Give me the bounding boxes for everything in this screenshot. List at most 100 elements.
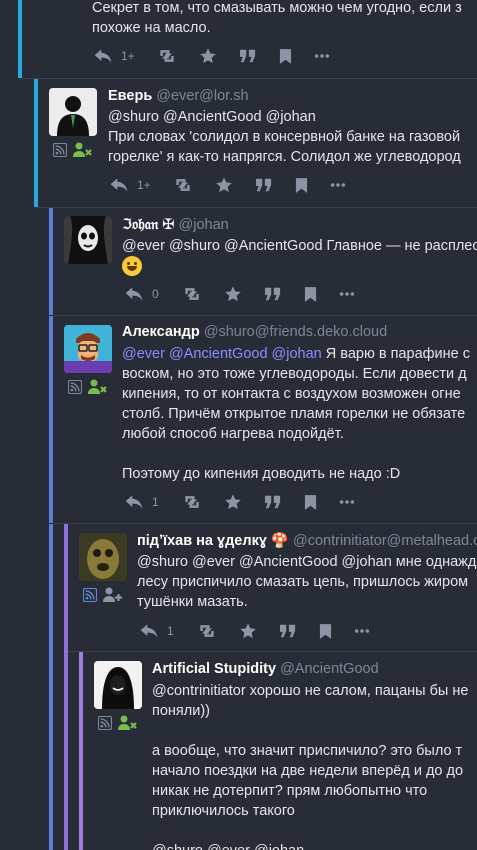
display-name[interactable]: підʼїхав на ɣделкɣ [137, 533, 267, 549]
quote-button[interactable] [264, 286, 282, 302]
post-1[interactable]: Еверь @ever@lor.sh @shuro @AncientGood @j… [38, 79, 477, 207]
favourite-button[interactable] [215, 176, 233, 194]
more-icon [314, 53, 330, 59]
favourite-button[interactable] [224, 285, 242, 303]
boost-button[interactable] [173, 177, 193, 193]
display-name[interactable]: Александр [122, 324, 200, 340]
account-badges [53, 142, 93, 158]
account-handle[interactable]: @johan [179, 217, 229, 233]
rss-icon[interactable] [98, 716, 112, 730]
boost-button[interactable] [157, 48, 177, 64]
boost-icon [182, 286, 202, 302]
favourite-button[interactable] [239, 622, 257, 640]
post-2[interactable]: ℑ𝔬𝔥𝔞𝔫 ✠ @johan @ever @shuro @AncientGood … [53, 208, 477, 315]
mention-list[interactable]: @ever @AncientGood @johan [122, 346, 322, 362]
post-text: Я варю в парафине с [321, 346, 471, 362]
rss-icon[interactable] [53, 143, 67, 157]
account-badges [68, 379, 108, 395]
mention-list[interactable]: @contrinitiator [152, 683, 246, 699]
avatar[interactable] [79, 533, 127, 581]
display-name[interactable]: Еверь [108, 88, 152, 104]
bookmark-icon [304, 494, 317, 511]
name-symbol: ✠ [162, 217, 175, 233]
bookmark-icon [319, 623, 332, 640]
bookmark-button[interactable] [304, 494, 317, 511]
quote-button[interactable] [279, 623, 297, 639]
more-button[interactable] [339, 499, 355, 505]
boost-icon [157, 48, 177, 64]
post-header: Artificial Stupidity @AncientGood [152, 659, 379, 679]
mention-list[interactable]: @ever @shuro @AncientGood [122, 238, 323, 254]
post-text-line: воском, но это тоже углеводороды. Если д… [122, 366, 467, 382]
post-3[interactable]: Александр @shuro@friends.deko.cloud @ever… [53, 316, 477, 523]
account-handle[interactable]: @ever@lor.sh [156, 88, 248, 104]
account-handle[interactable]: @AncientGood [280, 661, 379, 677]
quote-button[interactable] [239, 48, 257, 64]
bookmark-button[interactable] [279, 48, 292, 65]
boost-icon [197, 623, 217, 639]
post-text-line: лесу приспичило смазать цепь, пришлось ж… [137, 574, 469, 590]
post-text-line: Поэтому до кипения доводить не надо :D [122, 466, 401, 482]
avatar[interactable] [64, 216, 112, 264]
quote-button[interactable] [255, 177, 273, 193]
avatar[interactable] [94, 661, 142, 709]
reply-button[interactable]: 1 [124, 492, 160, 512]
bookmark-button[interactable] [304, 286, 317, 303]
post-text: Главное — не расплес [322, 238, 477, 254]
post-text-line: а вообще, что значит приспичило? это был… [152, 743, 463, 759]
reply-count: 1+ [121, 49, 135, 63]
mention-list[interactable]: @shuro @ever @AncientGood @johan [137, 554, 392, 570]
rss-icon[interactable] [68, 380, 82, 394]
post-text-line[interactable]: @shuro @ever @johan [152, 841, 304, 850]
favourite-button[interactable] [224, 493, 242, 511]
reply-button[interactable]: 1+ [109, 175, 151, 195]
boost-button[interactable] [182, 494, 202, 510]
reply-icon [139, 622, 159, 640]
rss-icon[interactable] [83, 588, 97, 602]
more-button[interactable] [314, 53, 330, 59]
account-handle[interactable]: @contrinitiator@metalhead.cl [293, 533, 477, 549]
thread-bar [49, 524, 53, 850]
post-actions: 1+ [93, 46, 352, 66]
more-button[interactable] [354, 628, 370, 634]
post-text-line: поняли)) [152, 703, 210, 719]
quote-icon [264, 494, 282, 510]
follow-icon[interactable] [118, 715, 138, 731]
follow-icon[interactable] [88, 379, 108, 395]
quote-button[interactable] [264, 494, 282, 510]
more-icon [339, 499, 355, 505]
post-text: хорошо не салом, пацаны бы не [245, 683, 469, 699]
reply-button[interactable]: 1 [139, 621, 175, 641]
reply-count: 1 [152, 495, 159, 509]
more-icon [339, 291, 355, 297]
post-4[interactable]: підʼїхав на ɣделкɣ 🍄 @contrinitiator@meta… [68, 524, 477, 651]
reply-count: 1 [167, 624, 174, 638]
boost-button[interactable] [182, 286, 202, 302]
follow-icon[interactable] [73, 142, 93, 158]
favourite-button[interactable] [199, 47, 217, 65]
post-mentions: @shuro @AncientGood @johan [108, 107, 316, 127]
boost-button[interactable] [197, 623, 217, 639]
account-handle[interactable]: @shuro@friends.deko.cloud [204, 324, 387, 340]
post-text-line: @contrinitiator хорошо не салом, пацаны … [152, 681, 468, 701]
avatar[interactable] [49, 88, 97, 136]
reply-button[interactable]: 0 [124, 284, 160, 304]
post-actions: 0 [124, 284, 377, 304]
reply-button[interactable]: 1+ [93, 46, 135, 66]
display-name[interactable]: Artificial Stupidity [152, 661, 276, 677]
bookmark-button[interactable] [319, 623, 332, 640]
star-icon [199, 47, 217, 65]
post-0[interactable]: Секрет в том, что смазывать можно чем уг… [22, 0, 477, 78]
post-text: мне однажд [391, 554, 477, 570]
quote-icon [239, 48, 257, 64]
post-header: Александр @shuro@friends.deko.cloud [122, 322, 387, 342]
display-name[interactable]: ℑ𝔬𝔥𝔞𝔫 [122, 217, 158, 233]
mention-list[interactable]: @shuro @AncientGood @johan [108, 109, 316, 125]
bookmark-button[interactable] [295, 177, 308, 194]
reply-count: 0 [152, 287, 159, 301]
follow-icon[interactable] [103, 587, 123, 603]
avatar[interactable] [64, 325, 112, 373]
post-5[interactable]: Artificial Stupidity @AncientGood @contri… [83, 652, 477, 850]
more-button[interactable] [330, 182, 346, 188]
more-button[interactable] [339, 291, 355, 297]
